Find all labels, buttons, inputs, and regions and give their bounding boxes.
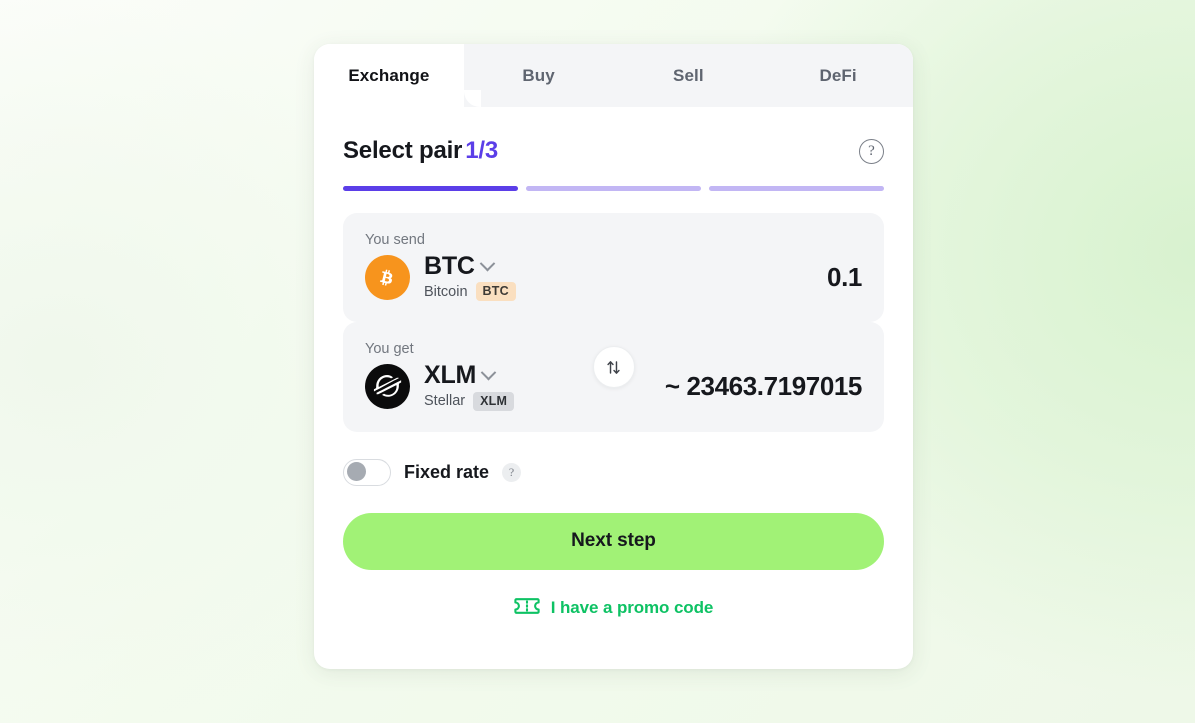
bitcoin-icon [365, 254, 410, 300]
get-coin-name: Stellar [424, 393, 466, 409]
chevron-down-icon[interactable] [479, 255, 496, 272]
promo-code-link[interactable]: I have a promo code [314, 596, 913, 621]
tab-buy[interactable]: Buy [463, 44, 614, 107]
fixed-rate-label: Fixed rate [404, 461, 490, 482]
page-title-text: Select pair [343, 137, 463, 164]
get-ticker-row[interactable]: XLM [424, 361, 514, 390]
question-circle-icon[interactable]: ? [859, 138, 884, 164]
stellar-icon [365, 363, 410, 409]
next-step-button[interactable]: Next step [343, 512, 884, 570]
page-title: Select pair 1/3 [343, 137, 498, 165]
chevron-down-icon[interactable] [480, 364, 497, 381]
tab-defi[interactable]: DeFi [763, 44, 913, 107]
exchange-widget: Exchange Buy Sell DeFi Select pair 1/3 ? … [314, 44, 913, 669]
send-ticker: BTC [424, 252, 475, 280]
send-amount-input[interactable]: 0.1 [827, 262, 862, 293]
toggle-knob [346, 462, 366, 481]
you-send-panel: You send BTC Bitcoin BTC 0.1 [343, 213, 884, 323]
tab-bar: Exchange Buy Sell DeFi [314, 44, 913, 107]
get-coin-selector[interactable]: XLM Stellar XLM [365, 361, 515, 411]
swap-vertical-icon[interactable] [592, 346, 635, 388]
get-amount-value[interactable]: ~ 23463.7197015 [665, 371, 863, 402]
tab-exchange[interactable]: Exchange [314, 44, 464, 107]
fixed-rate-row: Fixed rate ? [314, 458, 913, 486]
ticket-icon [514, 596, 540, 621]
progress-segment-3 [709, 186, 884, 191]
send-coin-selector[interactable]: BTC Bitcoin BTC [365, 253, 516, 302]
step-header: Select pair 1/3 ? [314, 131, 913, 171]
question-mark-icon[interactable]: ? [502, 462, 522, 482]
you-send-label: You send [365, 232, 425, 248]
promo-code-label: I have a promo code [550, 598, 714, 617]
send-ticker-row[interactable]: BTC [424, 253, 516, 279]
progress-segment-2 [526, 186, 701, 191]
pair-selector: You send BTC Bitcoin BTC 0.1 You get XLM… [314, 213, 913, 432]
step-counter: 1/3 [465, 137, 498, 164]
tab-sell[interactable]: Sell [613, 44, 764, 107]
fixed-rate-toggle[interactable] [343, 458, 391, 486]
progress-bar [314, 186, 913, 191]
send-coin-name: Bitcoin [424, 283, 468, 300]
get-network-badge: XLM [473, 391, 515, 411]
progress-segment-1 [343, 186, 518, 191]
send-network-badge: BTC [475, 282, 516, 302]
get-ticker: XLM [424, 361, 477, 390]
